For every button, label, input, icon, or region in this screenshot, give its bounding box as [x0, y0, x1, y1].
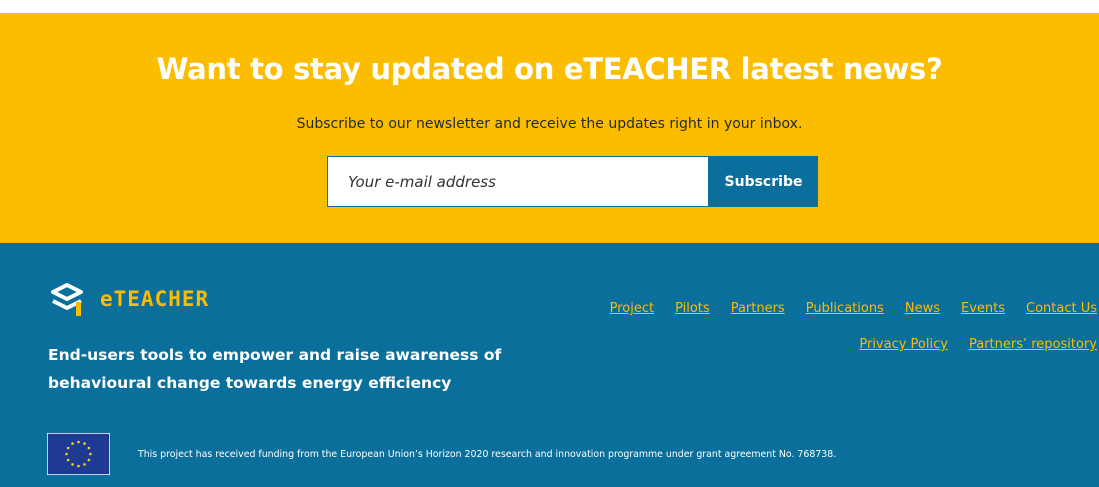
newsletter-section: Want to stay updated on eTEACHER latest … — [0, 13, 1099, 243]
nav-link-pilots[interactable]: Pilots — [675, 301, 710, 316]
eu-star — [65, 452, 68, 456]
nav-link-news[interactable]: News — [905, 301, 940, 316]
footer: eTEACHER End-users tools to empower and … — [0, 243, 1099, 487]
nav-link-privacy-policy[interactable]: Privacy Policy — [859, 337, 948, 352]
nav-link-publications[interactable]: Publications — [806, 301, 884, 316]
eu-star — [71, 463, 74, 466]
nav-link-project[interactable]: Project — [610, 301, 654, 316]
eu-star — [87, 458, 91, 462]
eu-star — [87, 446, 91, 450]
nav-link-partners[interactable]: Partners — [731, 301, 785, 316]
eu-star — [77, 440, 80, 444]
nav-link-contact-us[interactable]: Contact Us — [1026, 301, 1097, 316]
subscribe-form: Subscribe — [327, 156, 818, 207]
footer-secondary-nav: Privacy Policy Partners’ repository — [859, 337, 1097, 352]
logo[interactable]: eTEACHER — [47, 279, 209, 319]
top-strip — [0, 0, 1099, 13]
eu-star — [77, 464, 80, 468]
eu-star — [83, 463, 86, 466]
eu-star — [71, 442, 74, 445]
eu-flag-icon — [47, 433, 110, 475]
nav-link-partners-repository[interactable]: Partners’ repository — [969, 337, 1097, 352]
newsletter-heading: Want to stay updated on eTEACHER latest … — [156, 52, 943, 86]
newsletter-subtext: Subscribe to our newsletter and receive … — [296, 116, 803, 132]
footer-nav: Project Pilots Partners Publications New… — [610, 301, 1097, 316]
eu-star — [83, 442, 86, 445]
funding-text: This project has received funding from t… — [138, 449, 837, 460]
email-input[interactable] — [327, 156, 709, 207]
logo-text: eTEACHER — [100, 287, 210, 311]
tagline: End-users tools to empower and raise awa… — [48, 346, 502, 392]
eu-star — [66, 446, 70, 450]
eu-star — [66, 458, 70, 462]
eu-star — [89, 452, 92, 456]
subscribe-button[interactable]: Subscribe — [709, 156, 818, 207]
nav-link-events[interactable]: Events — [961, 301, 1005, 316]
eteacher-logo-icon — [51, 283, 83, 316]
